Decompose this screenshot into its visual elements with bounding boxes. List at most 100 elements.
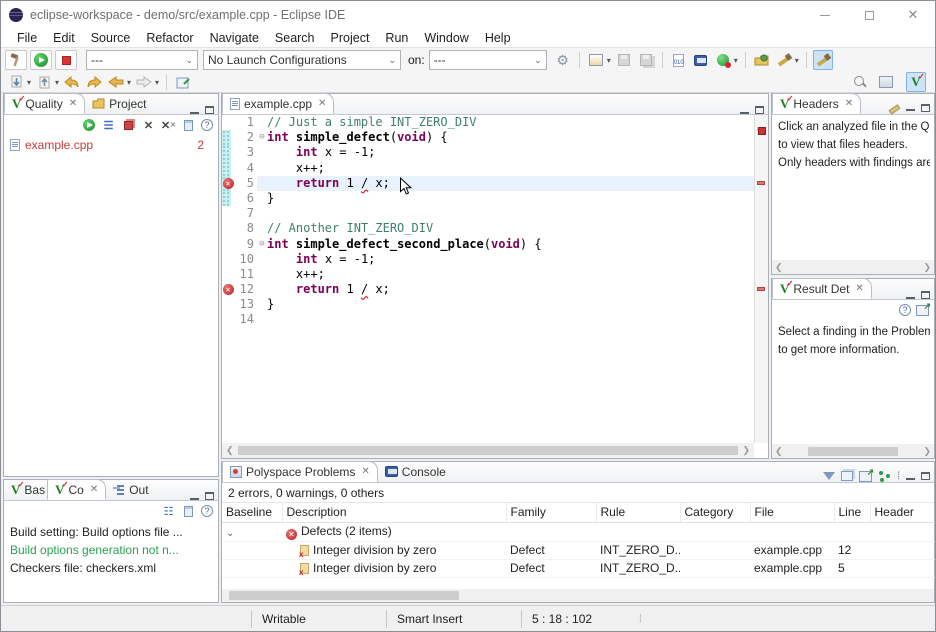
tab-result-details[interactable]: V Result Det ✕: [772, 278, 872, 299]
fold-marker-icon[interactable]: ⊖: [257, 237, 267, 252]
maximize-view-icon[interactable]: [205, 106, 214, 114]
open-results-button[interactable]: [752, 50, 772, 70]
view-menu-icon[interactable]: ⁞: [897, 474, 900, 479]
column-header-header[interactable]: Header: [870, 503, 936, 522]
code-editor[interactable]: 1// Just a simple INT_ZERO_DIV2⊖int simp…: [222, 115, 754, 443]
layers-icon[interactable]: [841, 471, 853, 481]
column-header-rule[interactable]: Rule: [596, 503, 680, 522]
minimize-button[interactable]: [803, 1, 847, 29]
tab-outline[interactable]: Out: [106, 479, 155, 500]
code-line-2[interactable]: 2⊖int simple_defect(void) {: [222, 130, 754, 145]
save-all-button[interactable]: [636, 50, 656, 70]
save-button[interactable]: [614, 50, 634, 70]
minimize-view-icon[interactable]: [906, 104, 915, 111]
report-icon[interactable]: [181, 504, 196, 519]
maximize-view-icon[interactable]: [921, 291, 930, 299]
menu-item-source[interactable]: Source: [83, 30, 139, 46]
code-line-13[interactable]: 13}: [222, 297, 754, 312]
baseline-expand-cell[interactable]: ⌄: [222, 522, 282, 541]
close-icon[interactable]: ✕: [318, 98, 326, 109]
sort-list-icon[interactable]: ☰: [101, 118, 116, 133]
filter-icon[interactable]: [823, 472, 835, 480]
build-binary-button[interactable]: 010: [669, 50, 689, 70]
new-wizard-dropdown[interactable]: ▾: [607, 56, 611, 65]
result-hscrollbar[interactable]: ❮ ❯: [772, 444, 934, 458]
scroll-left-icon[interactable]: ❮: [775, 262, 783, 273]
scroll-right-icon[interactable]: ❯: [742, 445, 750, 456]
help-icon[interactable]: ?: [201, 119, 213, 131]
forward-dropdown[interactable]: ▾: [155, 78, 159, 87]
build-hammer-button[interactable]: [5, 50, 27, 70]
title-bar[interactable]: eclipse-workspace - demo/src/example.cpp…: [1, 1, 935, 29]
headers-hscrollbar[interactable]: ❮ ❯: [772, 260, 934, 274]
scroll-right-icon[interactable]: ❯: [923, 446, 931, 457]
tab-project[interactable]: Project: [85, 93, 153, 114]
run-button[interactable]: [30, 50, 52, 70]
column-header-baseline[interactable]: Baseline: [222, 503, 282, 522]
tab-baseline[interactable]: V Bas: [4, 479, 47, 500]
run-quality-icon[interactable]: [81, 118, 96, 133]
polyspace-perspective-button[interactable]: V: [906, 72, 926, 92]
code-line-7[interactable]: 7: [222, 206, 754, 221]
minimize-view-icon[interactable]: [906, 292, 915, 299]
run-polyspace-dropdown[interactable]: ▾: [734, 56, 738, 65]
maximize-view-icon[interactable]: [755, 106, 764, 114]
code-line-12[interactable]: ✕12 return 1 / x;: [222, 282, 754, 297]
menu-item-run[interactable]: Run: [377, 30, 416, 46]
problems-hscrollbar[interactable]: [222, 589, 934, 602]
quality-file-row[interactable]: example.cpp 2: [4, 135, 218, 155]
group-tree-icon[interactable]: [878, 470, 891, 482]
menu-item-project[interactable]: Project: [323, 30, 378, 46]
tab-polyspace-problems[interactable]: Polyspace Problems ✕: [222, 461, 378, 482]
error-icon[interactable]: ✕: [223, 178, 234, 189]
remove-results-icon[interactable]: [121, 118, 136, 133]
help-icon[interactable]: ?: [201, 505, 213, 517]
settings-list-icon[interactable]: ☷: [161, 504, 176, 519]
console-toggle-button[interactable]: [691, 50, 711, 70]
next-annotation-dropdown[interactable]: ▾: [27, 78, 31, 87]
maximize-view-icon[interactable]: [921, 104, 930, 112]
menu-item-file[interactable]: File: [9, 30, 45, 46]
back-history-button[interactable]: [62, 72, 82, 92]
minimize-view-icon[interactable]: [740, 107, 749, 114]
scroll-thumb[interactable]: [238, 446, 739, 455]
tab-console[interactable]: Console: [378, 461, 453, 482]
annotate-button[interactable]: [774, 50, 794, 70]
forward-button[interactable]: [134, 72, 154, 92]
close-icon[interactable]: ✕: [361, 466, 369, 477]
column-header-line[interactable]: Line: [834, 503, 870, 522]
maximize-view-icon[interactable]: [921, 472, 930, 480]
menu-item-help[interactable]: Help: [477, 30, 519, 46]
status-menu-dots-icon[interactable]: ⁞: [639, 614, 643, 625]
search-icon[interactable]: [853, 75, 867, 89]
defects-group-row[interactable]: ⌄✕Defects (2 items): [222, 522, 936, 541]
code-line-14[interactable]: 14: [222, 312, 754, 327]
run-polyspace-button[interactable]: [713, 50, 733, 70]
minimize-view-icon[interactable]: [190, 493, 199, 500]
annotate-dropdown[interactable]: ▾: [795, 56, 799, 65]
error-marker-line12[interactable]: [757, 287, 765, 291]
highlight-findings-button[interactable]: [813, 50, 833, 70]
forward-history-button[interactable]: [84, 72, 104, 92]
open-perspective-button[interactable]: [876, 72, 896, 92]
stop-button[interactable]: [55, 50, 77, 70]
export-icon[interactable]: [859, 471, 872, 482]
target-combo[interactable]: --- ⌄: [429, 50, 547, 70]
pen-icon[interactable]: [887, 101, 900, 114]
column-header-family[interactable]: Family: [506, 503, 596, 522]
maximize-view-icon[interactable]: [205, 492, 214, 500]
menu-item-search[interactable]: Search: [267, 30, 323, 46]
back-dropdown[interactable]: ▾: [127, 78, 131, 87]
editor-hscrollbar[interactable]: ❮ ❯: [222, 443, 754, 458]
error-overview-icon[interactable]: [758, 127, 766, 135]
column-header-description[interactable]: Description: [282, 503, 506, 522]
menu-item-edit[interactable]: Edit: [45, 30, 83, 46]
scroll-right-icon[interactable]: ❯: [923, 262, 931, 273]
code-line-1[interactable]: 1// Just a simple INT_ZERO_DIV: [222, 115, 754, 130]
chevron-down-icon[interactable]: ⌄: [226, 528, 234, 539]
overview-ruler[interactable]: ˄: [754, 115, 768, 443]
code-line-9[interactable]: 9⊖int simple_defect_second_place(void) {: [222, 237, 754, 252]
menu-item-window[interactable]: Window: [416, 30, 476, 46]
tab-quality[interactable]: V Quality ✕: [4, 93, 85, 114]
help-icon[interactable]: ?: [899, 304, 911, 316]
